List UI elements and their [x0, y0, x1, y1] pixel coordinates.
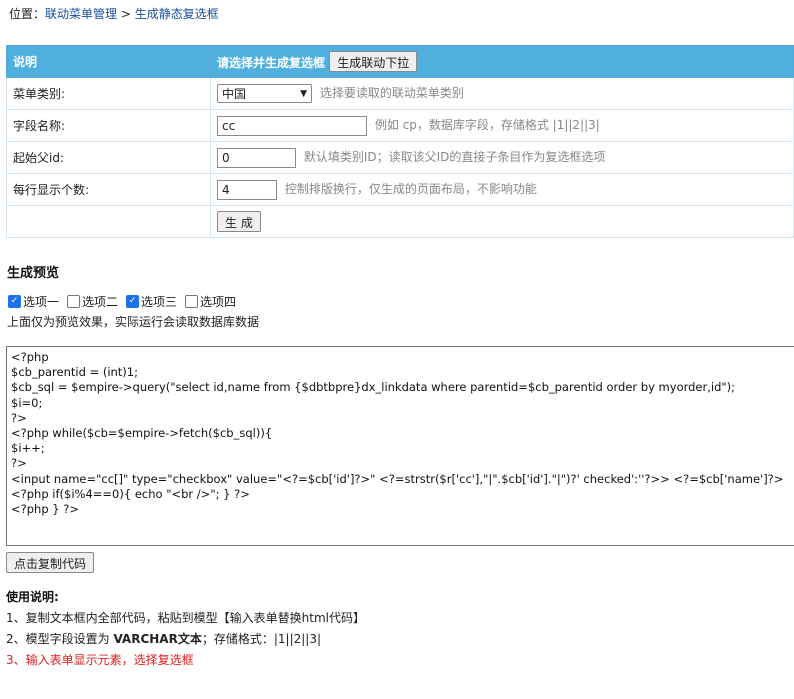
usage-step-2-suffix: ；存储格式：|1||2||3|	[201, 632, 322, 646]
category-label: 菜单类别:	[6, 77, 211, 110]
chevron-down-icon: ▼	[300, 88, 307, 99]
settings-form: 说明 请选择并生成复选框 生成联动下拉 菜单类别: 中国 ▼ 选择要读取的联动菜单…	[6, 45, 794, 238]
preview-option-1[interactable]: ✓ 选项一	[8, 293, 59, 310]
category-select[interactable]: 中国 ▼	[217, 84, 312, 103]
preview-option-4[interactable]: 选项四	[185, 293, 236, 310]
option-label: 选项三	[141, 295, 178, 309]
header-title: 请选择并生成复选框	[217, 56, 326, 70]
usage-title: 使用说明:	[6, 590, 59, 604]
breadcrumb-prefix: 位置：	[9, 7, 46, 21]
checkbox-preview: ✓ 选项一 选项二 ✓ 选项三 选项四	[8, 293, 240, 310]
perline-hint: 控制排版换行，仅生成的页面布局，不影响功能	[284, 182, 537, 196]
option-label: 选项一	[23, 295, 60, 309]
copy-code-button[interactable]: 点击复制代码	[6, 552, 95, 573]
parent-label: 起始父id:	[6, 141, 211, 174]
breadcrumb: 位置：联动菜单管理 > 生成静态复选框	[9, 5, 219, 22]
row-field: 字段名称: 例如 cp，数据库字段，存储格式 |1||2||3|	[6, 109, 794, 142]
breadcrumb-link-static-checkbox[interactable]: 生成静态复选框	[135, 7, 219, 21]
breadcrumb-link-linkage-menu[interactable]: 联动菜单管理	[45, 7, 117, 21]
field-hint: 例如 cp，数据库字段，存储格式 |1||2||3|	[374, 118, 600, 132]
usage-step-2: 2、模型字段设置为 VARCHAR文本；存储格式：|1||2||3|	[6, 630, 321, 647]
form-header-row: 说明 请选择并生成复选框 生成联动下拉	[6, 45, 794, 78]
checkbox-checked-icon[interactable]: ✓	[8, 295, 21, 308]
usage-step-3: 3、输入表单显示元素，选择复选框	[6, 653, 194, 667]
row-category: 菜单类别: 中国 ▼ 选择要读取的联动菜单类别	[6, 77, 794, 110]
field-name-input[interactable]	[217, 115, 367, 136]
field-label: 字段名称:	[6, 109, 211, 142]
option-label: 选项四	[200, 295, 237, 309]
code-textarea[interactable]: <?php $cb_parentid = (int)1; $cb_sql = $…	[6, 346, 794, 546]
row-parent: 起始父id: 默认填类别ID；读取该父ID的直接子条目作为复选框选项	[6, 141, 794, 174]
generate-button[interactable]: 生 成	[217, 211, 261, 232]
preview-note: 上面仅为预览效果，实际运行会读取数据库数据	[7, 315, 260, 329]
header-description: 说明	[6, 45, 211, 78]
option-label: 选项二	[82, 295, 119, 309]
preview-option-2[interactable]: 选项二	[67, 293, 118, 310]
per-line-input[interactable]	[217, 179, 277, 200]
preview-option-3[interactable]: ✓ 选项三	[126, 293, 177, 310]
submit-label-cell	[6, 205, 211, 238]
checkbox-unchecked-icon[interactable]	[185, 295, 199, 308]
category-hint: 选择要读取的联动菜单类别	[319, 86, 464, 100]
category-select-value: 中国	[222, 87, 247, 101]
row-submit: 生 成	[6, 205, 794, 238]
usage-step-2-prefix: 2、模型字段设置为	[6, 632, 114, 646]
generate-dropdown-button[interactable]: 生成联动下拉	[329, 51, 418, 72]
checkbox-unchecked-icon[interactable]	[67, 295, 81, 308]
parent-id-input[interactable]	[217, 147, 296, 168]
row-perline: 每行显示个数: 控制排版换行，仅生成的页面布局，不影响功能	[6, 173, 794, 206]
parent-hint: 默认填类别ID；读取该父ID的直接子条目作为复选框选项	[303, 150, 606, 164]
preview-title: 生成预览	[7, 266, 60, 281]
breadcrumb-separator: >	[117, 7, 135, 21]
usage-step-2-type: VARCHAR文本	[113, 632, 202, 646]
perline-label: 每行显示个数:	[6, 173, 211, 206]
header-action-cell: 请选择并生成复选框 生成联动下拉	[210, 45, 794, 78]
checkbox-checked-icon[interactable]: ✓	[126, 295, 140, 308]
usage-step-1: 1、复制文本框内全部代码，粘贴到模型【输入表单替换html代码】	[6, 611, 365, 625]
